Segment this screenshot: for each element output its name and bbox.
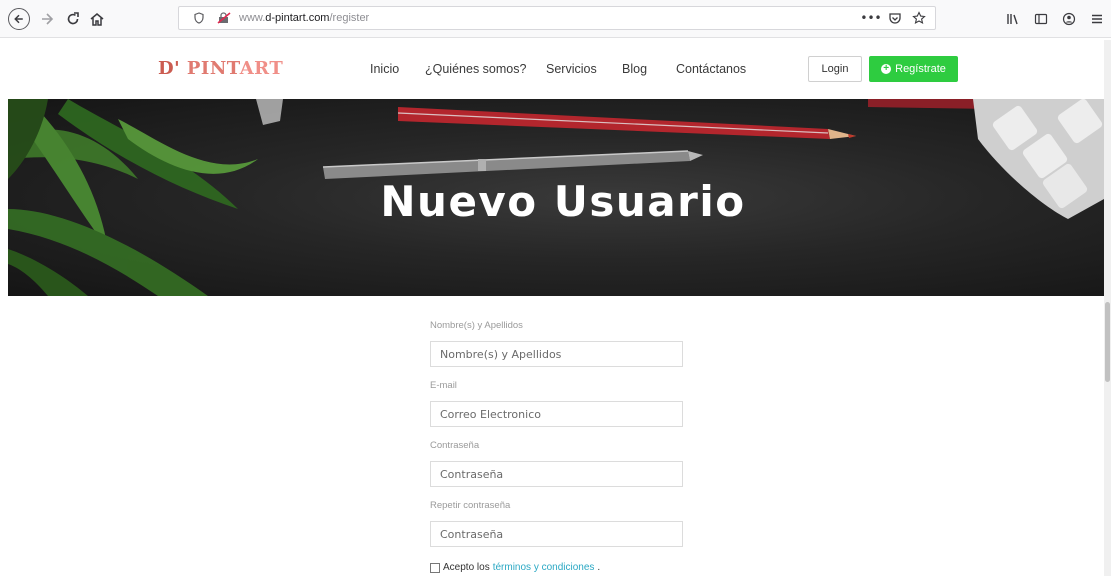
- nav-link-blog[interactable]: Blog: [622, 62, 647, 76]
- site-logo[interactable]: D' PINTART: [158, 58, 283, 79]
- logo-part-2: PINT: [186, 58, 240, 79]
- nav-link-quienes-somos[interactable]: ¿Quiénes somos?: [425, 62, 526, 76]
- browser-toolbar: www.d-pintart.com/register •••: [0, 0, 1111, 38]
- register-button-label: Regístrate: [895, 63, 946, 75]
- reload-icon[interactable]: [62, 8, 84, 30]
- name-input[interactable]: [430, 341, 683, 367]
- repeat-password-label: Repetir contraseña: [430, 500, 511, 511]
- page-title: Nuevo Usuario: [380, 177, 746, 226]
- home-icon[interactable]: [86, 8, 108, 30]
- nav-link-inicio[interactable]: Inicio: [370, 62, 399, 76]
- account-icon[interactable]: [1061, 11, 1077, 27]
- page-actions-menu[interactable]: •••: [860, 10, 881, 26]
- terms-suffix: .: [597, 562, 601, 573]
- hero-banner: Nuevo Usuario: [8, 99, 1104, 296]
- bookmark-star-icon[interactable]: [911, 10, 927, 26]
- page-scrollbar[interactable]: [1104, 40, 1111, 576]
- url-path: /register: [329, 12, 370, 24]
- url-prefix: www.: [239, 12, 266, 24]
- terms-link[interactable]: términos y condiciones: [493, 562, 595, 573]
- back-icon[interactable]: [8, 8, 30, 30]
- url-domain: d-pintart.com: [265, 12, 330, 24]
- plus-circle-icon: +: [881, 64, 892, 74]
- address-bar[interactable]: www.d-pintart.com/register •••: [178, 6, 936, 30]
- scrollbar-thumb[interactable]: [1105, 302, 1110, 382]
- site-header: D' PINTART Inicio ¿Quiénes somos? Servic…: [0, 38, 1111, 99]
- email-label: E-mail: [430, 380, 457, 391]
- logo-part-1: D': [158, 58, 187, 79]
- pocket-icon[interactable]: [887, 10, 903, 26]
- email-input[interactable]: [430, 401, 683, 427]
- terms-prefix: Acepto los: [443, 562, 490, 573]
- register-button[interactable]: + Regístrate: [869, 56, 958, 82]
- terms-row: Acepto los términos y condiciones.: [430, 562, 600, 573]
- name-label: Nombre(s) y Apellidos: [430, 320, 523, 331]
- login-button[interactable]: Login: [808, 56, 862, 82]
- password-input[interactable]: [430, 461, 683, 487]
- tracking-shield-icon[interactable]: [193, 12, 205, 24]
- sidebar-icon[interactable]: [1033, 11, 1049, 27]
- url-text: www.d-pintart.com/register: [239, 12, 369, 24]
- nav-link-contactanos[interactable]: Contáctanos: [676, 62, 746, 76]
- forward-icon[interactable]: [36, 8, 58, 30]
- repeat-password-input[interactable]: [430, 521, 683, 547]
- password-label: Contraseña: [430, 440, 480, 451]
- terms-checkbox[interactable]: [430, 562, 440, 573]
- insecure-lock-icon[interactable]: [217, 12, 231, 24]
- nav-link-servicios[interactable]: Servicios: [546, 62, 597, 76]
- hamburger-menu-icon[interactable]: [1089, 11, 1105, 27]
- library-icon[interactable]: [1005, 11, 1021, 27]
- logo-part-3: ART: [239, 58, 284, 79]
